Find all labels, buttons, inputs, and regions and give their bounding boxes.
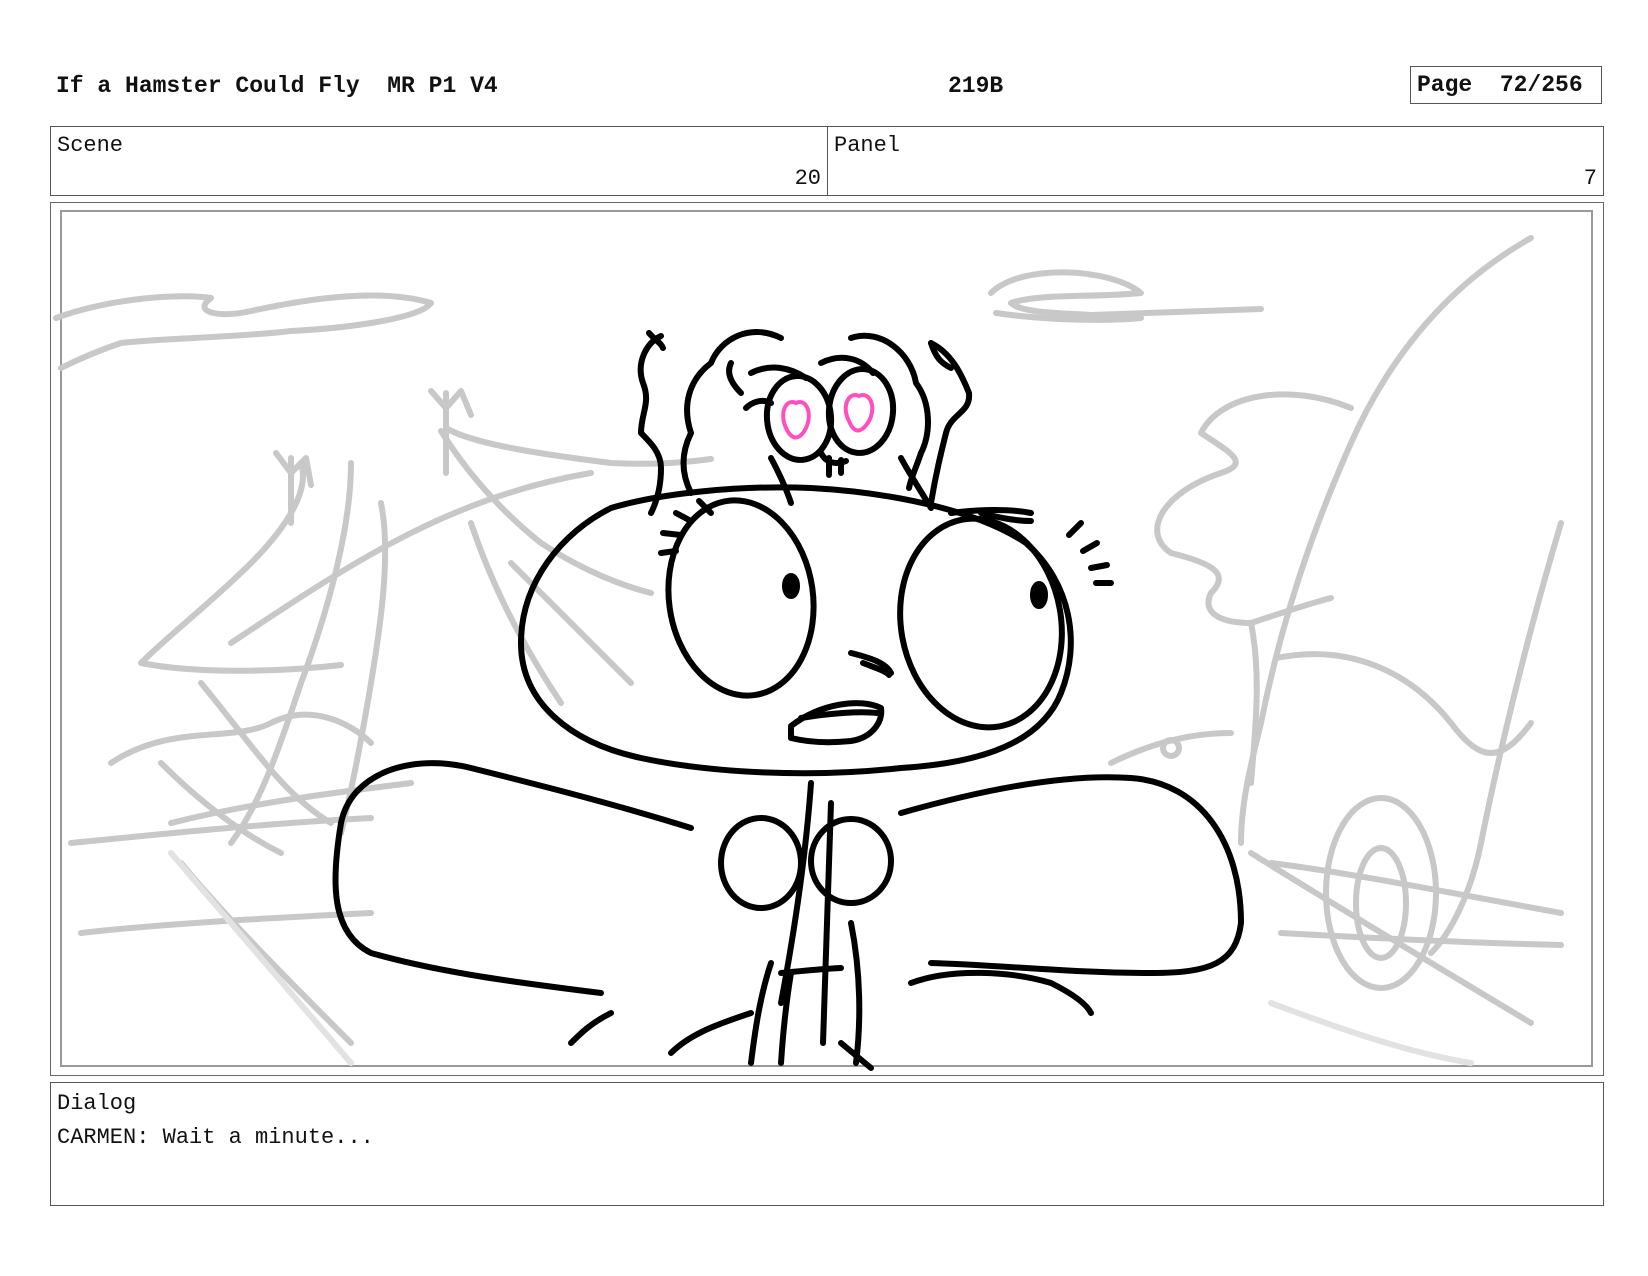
dialog-label: Dialog bbox=[57, 1091, 137, 1116]
dialog-box: Dialog CARMEN: Wait a minute... bbox=[50, 1082, 1604, 1206]
panel-label: Panel bbox=[834, 133, 901, 158]
episode-code: 219B bbox=[948, 73, 1004, 99]
scene-label: Scene bbox=[57, 133, 124, 158]
page-counter: Page 72/256 bbox=[1410, 66, 1602, 104]
storyboard-drawing bbox=[53, 210, 1593, 1071]
storyboard-panel-frame bbox=[50, 202, 1604, 1076]
character-sketch bbox=[332, 329, 1244, 1071]
page-label: Page bbox=[1417, 72, 1473, 98]
scene-panel-table: Scene 20 Panel 7 bbox=[50, 126, 1604, 196]
page-value: 72/256 bbox=[1499, 72, 1583, 98]
scene-number: 20 bbox=[794, 166, 821, 191]
scene-cell: Scene 20 bbox=[51, 127, 828, 195]
panel-cell: Panel 7 bbox=[828, 127, 1603, 195]
panel-number: 7 bbox=[1583, 166, 1597, 191]
dialog-text: CARMEN: Wait a minute... bbox=[57, 1125, 374, 1150]
storyboard-title: If a Hamster Could Fly MR P1 V4 bbox=[56, 73, 498, 99]
